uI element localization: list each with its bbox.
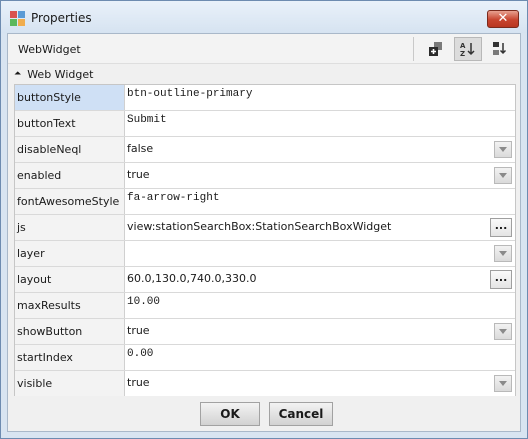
property-row-enabled[interactable]: enabled true — [15, 163, 515, 189]
dropdown-button[interactable] — [494, 141, 512, 158]
property-row-visible[interactable]: visible true — [15, 371, 515, 397]
add-slot-icon — [429, 42, 442, 56]
dropdown-button[interactable] — [494, 375, 512, 392]
property-value-field[interactable]: 10.00 — [125, 293, 515, 318]
property-value: false — [127, 142, 154, 155]
property-row-buttonStyle[interactable]: buttonStyle btn-outline-primary — [15, 85, 515, 111]
property-value: 0.00 — [127, 348, 154, 360]
collapse-icon[interactable]: ⏶ — [14, 69, 21, 79]
cancel-button[interactable]: Cancel — [269, 402, 333, 426]
sort-alphabetical-button[interactable]: A Z — [454, 37, 482, 61]
chevron-down-icon — [499, 173, 507, 178]
property-value-field[interactable]: false — [125, 137, 515, 162]
property-value-field[interactable]: true — [125, 371, 515, 396]
property-name: maxResults — [15, 293, 125, 318]
property-value: true — [127, 168, 150, 181]
property-name: layer — [15, 241, 125, 266]
property-value: true — [127, 376, 150, 389]
chevron-down-icon — [499, 147, 507, 152]
ok-button[interactable]: OK — [200, 402, 260, 426]
properties-dialog: Properties ✕ WebWidget A Z ⏶ Web Widget … — [0, 0, 528, 439]
svg-text:Z: Z — [460, 50, 465, 57]
property-value-field[interactable]: fa-arrow-right — [125, 189, 515, 214]
toolbar: A Z — [413, 37, 514, 61]
property-name: layout — [15, 267, 125, 292]
property-value: 10.00 — [127, 296, 161, 308]
property-row-layout[interactable]: layout 60.0,130.0,740.0,330.0... — [15, 267, 515, 293]
property-name: enabled — [15, 163, 125, 188]
object-header: WebWidget A Z — [8, 34, 520, 64]
chevron-down-icon — [499, 251, 507, 256]
property-name: buttonText — [15, 111, 125, 136]
dropdown-button[interactable] — [494, 245, 512, 262]
property-name: js — [15, 215, 125, 240]
property-name: buttonStyle — [15, 85, 125, 110]
property-value-field[interactable]: 60.0,130.0,740.0,330.0... — [125, 267, 515, 292]
browse-button[interactable]: ... — [490, 218, 512, 237]
object-name: WebWidget — [18, 43, 81, 56]
add-slot-button[interactable] — [422, 37, 450, 61]
property-value: fa-arrow-right — [127, 192, 220, 204]
property-name: visible — [15, 371, 125, 396]
dialog-footer: OK Cancel — [8, 399, 520, 431]
chevron-down-icon — [499, 329, 507, 334]
close-icon: ✕ — [497, 11, 509, 26]
close-button[interactable]: ✕ — [487, 10, 519, 28]
dropdown-button[interactable] — [494, 323, 512, 340]
property-row-fontAwesomeStyle[interactable]: fontAwesomeStyle fa-arrow-right — [15, 189, 515, 215]
svg-text:A: A — [460, 42, 466, 50]
property-value: true — [127, 324, 150, 337]
property-value-field[interactable]: view:stationSearchBox:StationSearchBoxWi… — [125, 215, 515, 240]
section-title: Web Widget — [27, 67, 94, 81]
sort-order-icon — [493, 42, 507, 55]
property-value-field[interactable]: btn-outline-primary — [125, 85, 515, 110]
property-row-showButton[interactable]: showButton true — [15, 319, 515, 345]
app-icon — [10, 11, 25, 26]
property-value: view:stationSearchBox:StationSearchBoxWi… — [127, 220, 392, 233]
window-title: Properties — [31, 11, 92, 25]
property-value: Submit — [127, 114, 167, 126]
property-value-field[interactable]: 0.00 — [125, 345, 515, 370]
property-name: startIndex — [15, 345, 125, 370]
chevron-down-icon — [499, 381, 507, 386]
property-name: showButton — [15, 319, 125, 344]
property-value: 60.0,130.0,740.0,330.0 — [127, 272, 257, 285]
dropdown-button[interactable] — [494, 167, 512, 184]
property-value-field[interactable]: Submit — [125, 111, 515, 136]
dialog-content: WebWidget A Z ⏶ Web Widget buttonStyle b… — [7, 33, 521, 432]
sort-az-icon: A Z — [460, 42, 475, 57]
property-row-js[interactable]: js view:stationSearchBox:StationSearchBox… — [15, 215, 515, 241]
property-name: fontAwesomeStyle — [15, 189, 125, 214]
section-header[interactable]: ⏶ Web Widget — [14, 66, 93, 82]
property-value-field[interactable] — [125, 241, 515, 266]
property-row-layer[interactable]: layer — [15, 241, 515, 267]
property-value: btn-outline-primary — [127, 88, 253, 100]
property-row-startIndex[interactable]: startIndex 0.00 — [15, 345, 515, 371]
sort-order-button[interactable] — [486, 37, 514, 61]
property-value-field[interactable]: true — [125, 319, 515, 344]
property-grid: buttonStyle btn-outline-primary buttonText… — [14, 84, 516, 396]
property-row-disableNeql[interactable]: disableNeql false — [15, 137, 515, 163]
property-row-maxResults[interactable]: maxResults 10.00 — [15, 293, 515, 319]
property-value-field[interactable]: true — [125, 163, 515, 188]
property-row-buttonText[interactable]: buttonText Submit — [15, 111, 515, 137]
browse-button[interactable]: ... — [490, 270, 512, 289]
title-bar[interactable]: Properties ✕ — [1, 1, 527, 33]
toolbar-separator — [413, 37, 414, 61]
property-name: disableNeql — [15, 137, 125, 162]
